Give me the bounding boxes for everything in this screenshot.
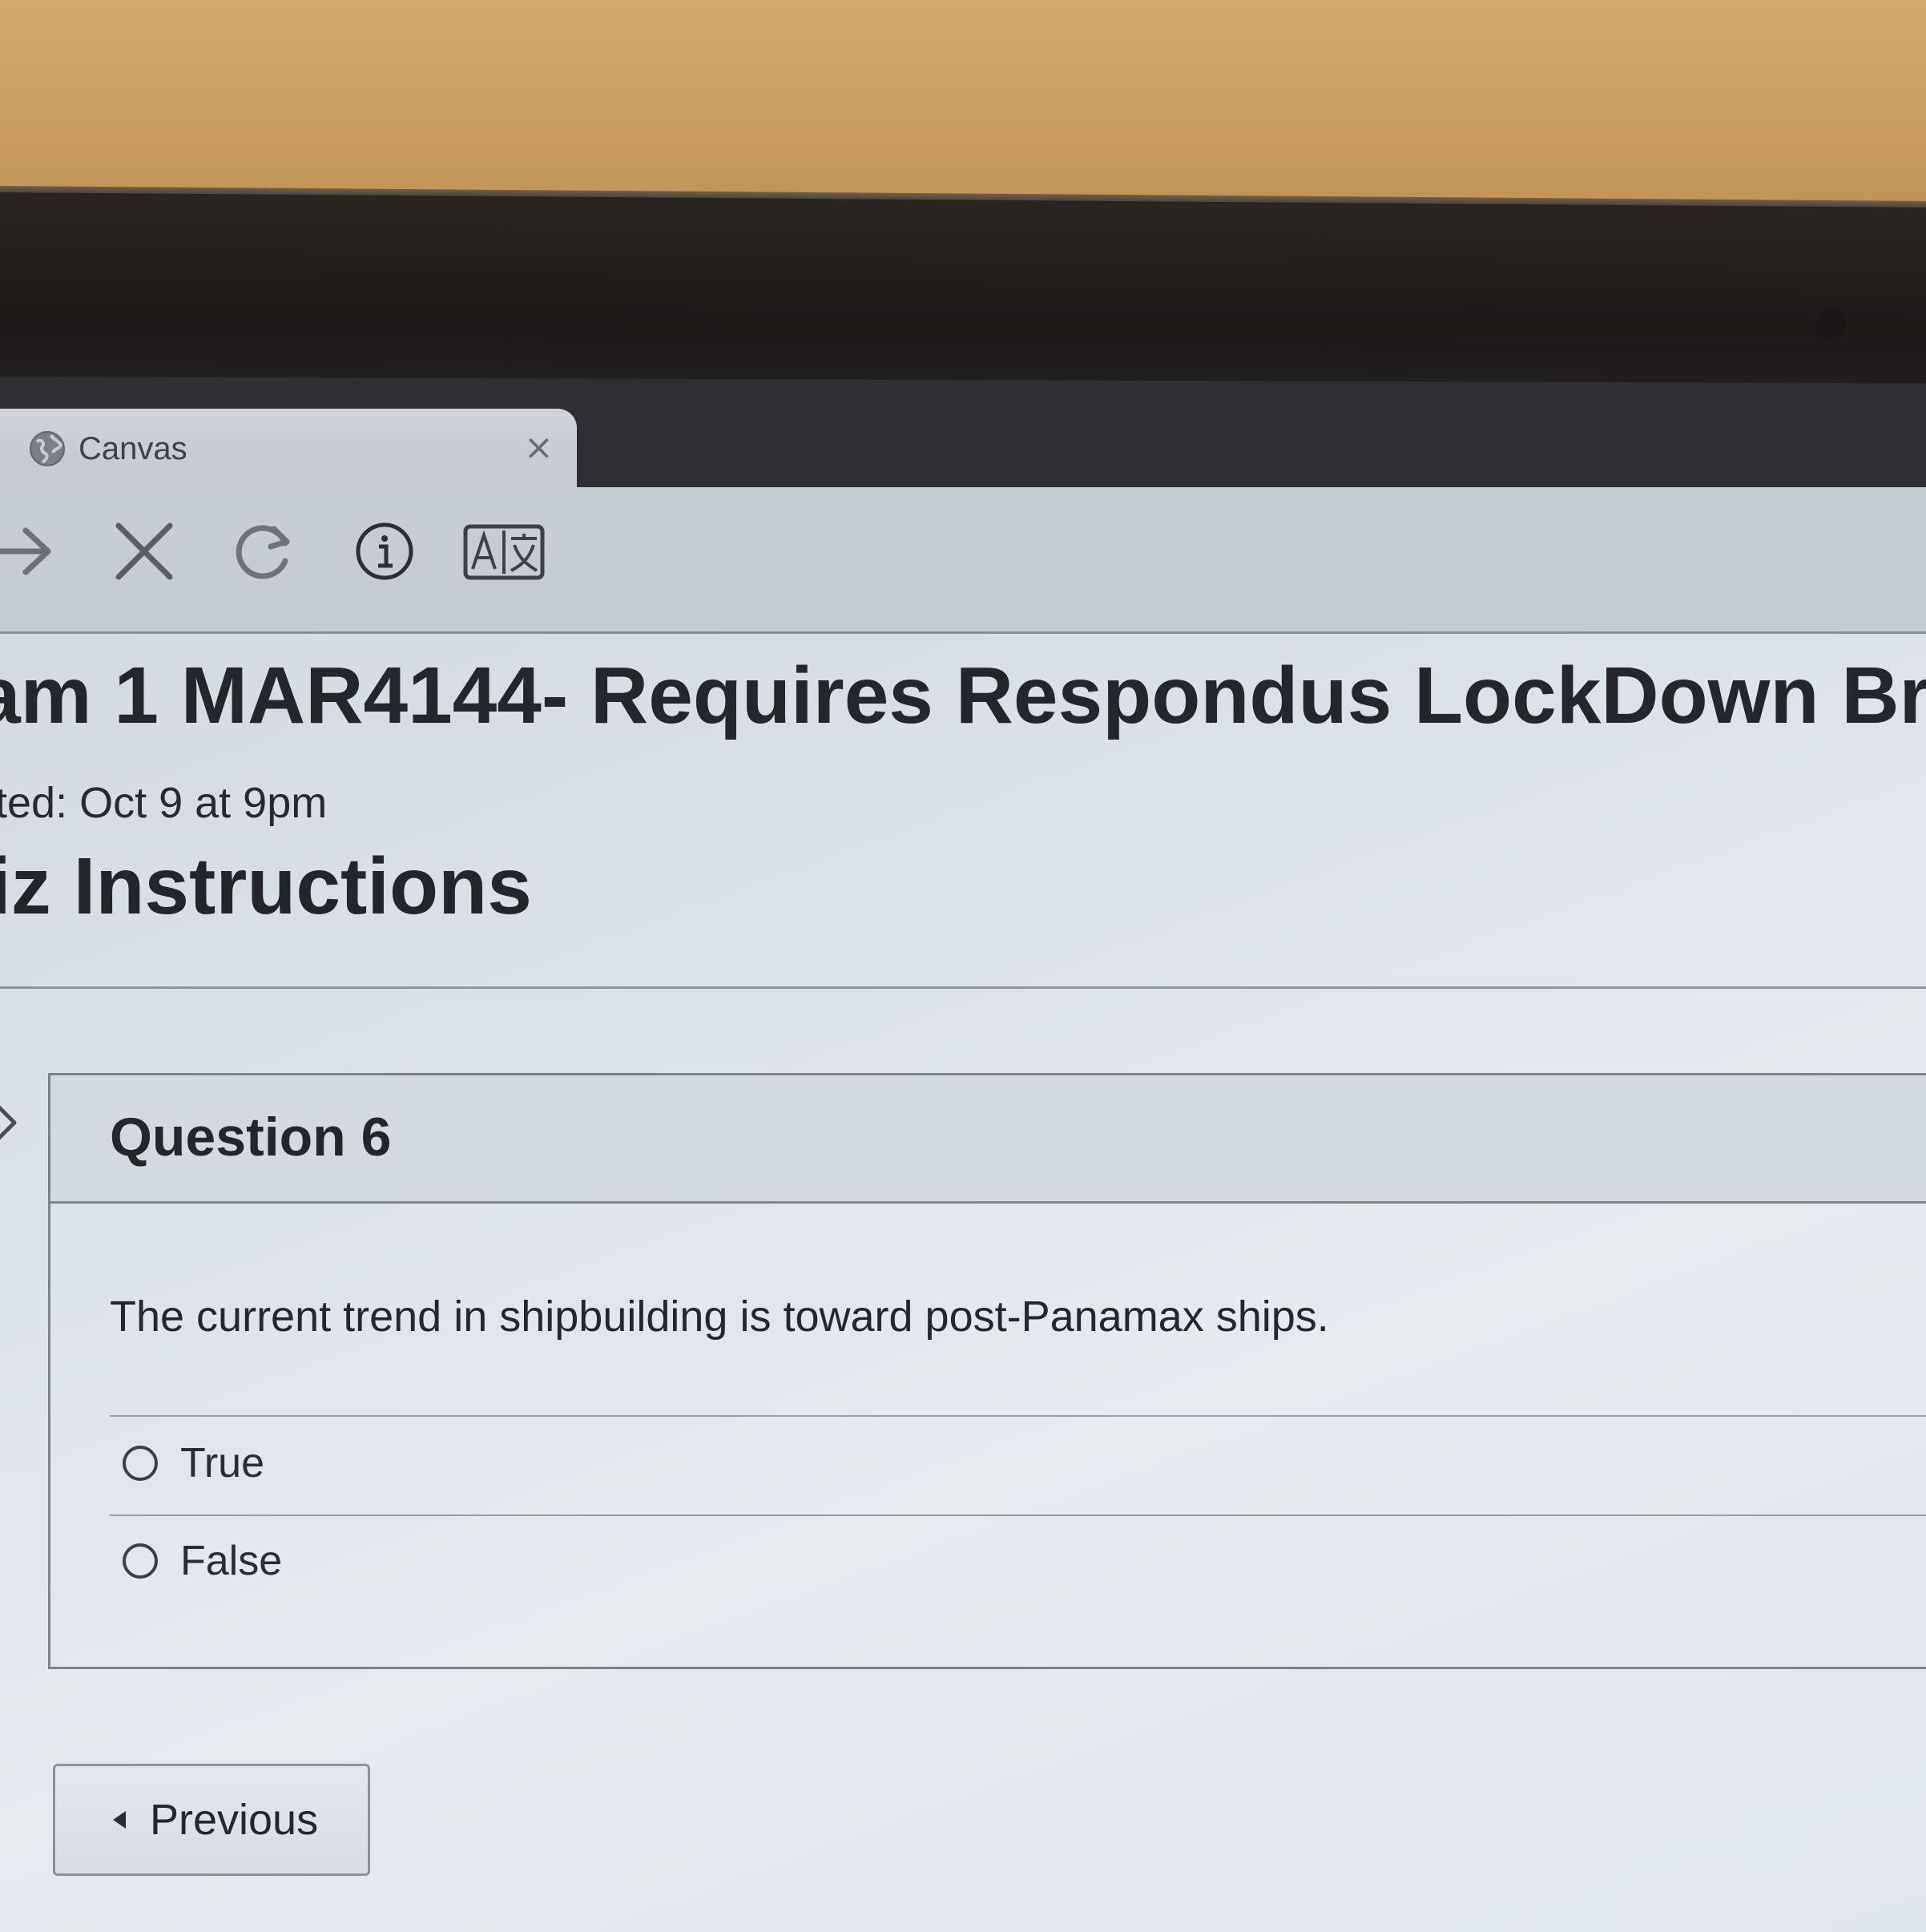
answer-option-false[interactable]: False [123,1529,282,1593]
stop-icon[interactable] [112,519,176,583]
forward-arrow-icon[interactable] [0,519,64,583]
translate-icon[interactable] [463,524,545,580]
reload-icon[interactable] [232,519,296,583]
question-header: Question 6 [50,1075,1926,1204]
quiz-instructions-heading: iz Instructions [0,841,532,931]
answer-divider [110,1415,1926,1417]
divider [0,986,1926,989]
page-title: am 1 MAR4144- Requires Respondus LockDow… [0,651,1926,740]
tab-title: Canvas [79,430,187,466]
question-title: Question 6 [110,1107,392,1168]
background-wall [0,0,1926,208]
chevron-right-icon[interactable] [0,1099,21,1147]
webcam [1817,309,1846,337]
radio-false[interactable] [123,1543,158,1579]
question-card: Question 6 The current trend in shipbuil… [48,1073,1926,1669]
quiz-page: am 1 MAR4144- Requires Respondus LockDow… [0,634,1926,1932]
previous-button[interactable]: Previous [53,1764,370,1876]
started-timestamp: ted: Oct 9 at 9pm [0,779,328,827]
caret-left-icon [113,1811,126,1829]
radio-true[interactable] [123,1446,158,1481]
tab-close-icon[interactable]: × [524,428,554,468]
answer-label-false: False [180,1538,283,1584]
answer-divider [110,1515,1926,1516]
browser-tab[interactable]: Canvas × [0,409,577,489]
answer-label-true: True [180,1440,264,1486]
globe-icon [30,431,65,466]
question-text: The current trend in shipbuilding is tow… [110,1293,1329,1341]
answer-option-true[interactable]: True [123,1431,264,1495]
previous-button-label: Previous [150,1796,319,1844]
browser-toolbar [0,487,1926,634]
info-icon[interactable] [353,519,417,583]
